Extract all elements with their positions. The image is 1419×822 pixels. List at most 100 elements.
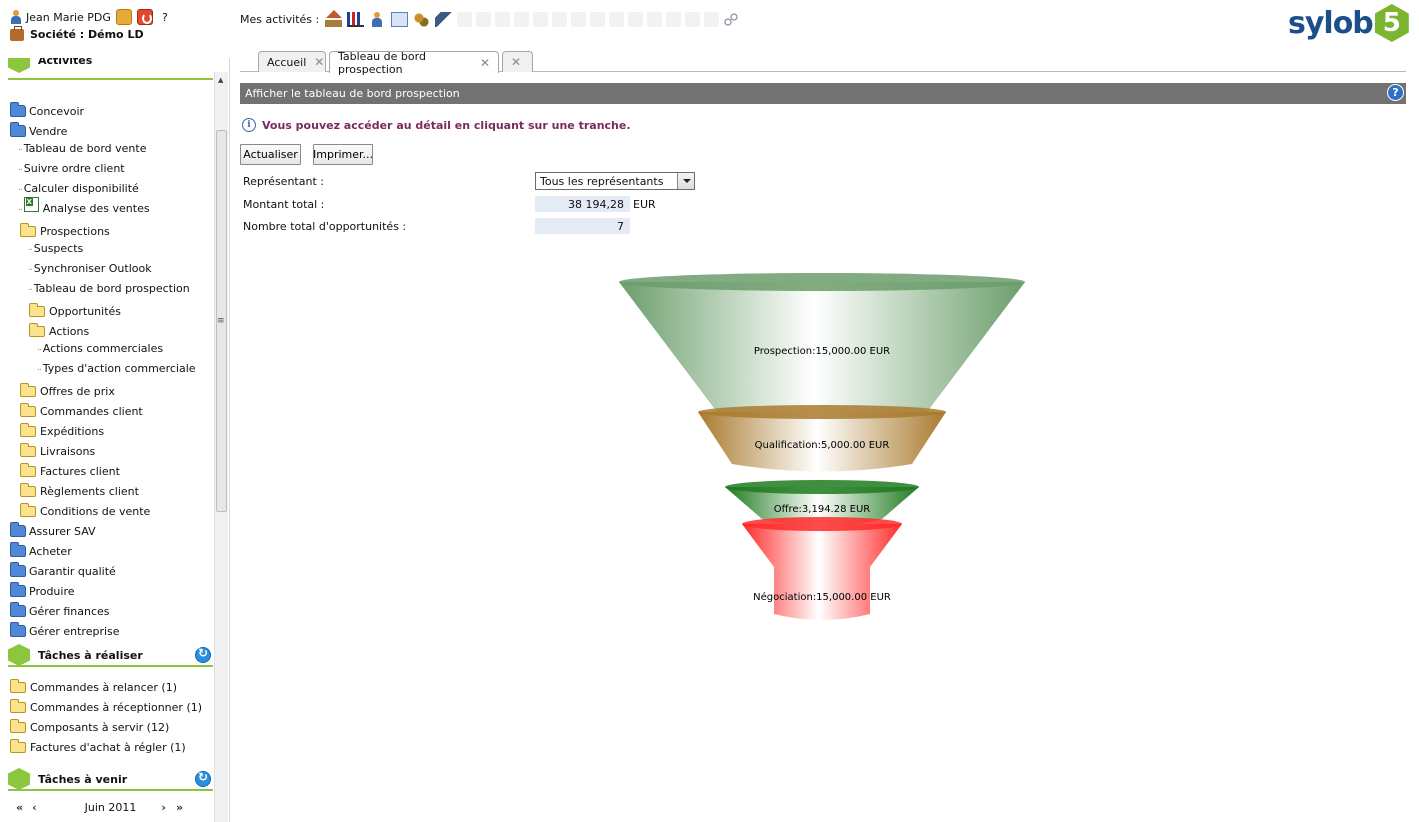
help-button[interactable]: ? bbox=[1387, 84, 1404, 101]
empty-slot[interactable] bbox=[685, 12, 701, 27]
sidebar-item[interactable]: .. Suivre ordre client bbox=[18, 159, 125, 177]
close-tab-icon[interactable]: ✕ bbox=[480, 56, 490, 70]
folder-blue-icon bbox=[10, 522, 26, 537]
sidebar-item[interactable]: Expéditions bbox=[20, 422, 104, 440]
task-item[interactable]: Factures d'achat à régler (1) bbox=[10, 738, 186, 756]
sidebar-item[interactable]: Actions bbox=[29, 322, 89, 340]
section-tasks-todo[interactable]: Tâches à réaliser bbox=[8, 644, 213, 667]
funnel-stage[interactable]: Prospection:15,000.00 EUR bbox=[619, 273, 1025, 420]
key-icon[interactable] bbox=[115, 9, 132, 25]
logo-text: sylob bbox=[1288, 5, 1374, 41]
sidebar-item[interactable]: Commandes client bbox=[20, 402, 143, 420]
bar-chart-icon[interactable] bbox=[347, 12, 365, 27]
last-month-button[interactable]: » bbox=[176, 801, 183, 814]
funnel-segment-top[interactable] bbox=[742, 517, 902, 531]
sidebar-item[interactable]: .. Tableau de bord prospection bbox=[28, 279, 190, 297]
logout-icon[interactable] bbox=[136, 9, 153, 25]
calendar-nav: « ‹ Juin 2011 › » bbox=[16, 801, 196, 814]
section-activities[interactable]: Activités bbox=[8, 58, 213, 80]
task-item[interactable]: Composants à servir (12) bbox=[10, 718, 169, 736]
sidebar-item-label: Actions commerciales bbox=[42, 341, 164, 355]
empty-slot[interactable] bbox=[514, 12, 530, 27]
refresh-icon[interactable] bbox=[195, 770, 211, 787]
tree-connector: .. bbox=[37, 343, 42, 353]
section-tasks-upcoming[interactable]: Tâches à venir bbox=[8, 768, 213, 791]
info-text: Vous pouvez accéder au détail en cliquan… bbox=[262, 118, 631, 132]
excel-icon bbox=[23, 196, 39, 212]
sidebar-item[interactable]: Acheter bbox=[10, 542, 72, 560]
folder-blue-icon bbox=[10, 602, 26, 617]
tab-tableau-de-bord[interactable]: Tableau de bord prospection ✕ bbox=[329, 49, 499, 76]
tab-accueil[interactable]: Accueil ✕ bbox=[258, 51, 326, 72]
tool-icon[interactable] bbox=[435, 12, 453, 27]
prospection-funnel-chart: Prospection:15,000.00 EUR Qualification:5… bbox=[619, 273, 1025, 620]
empty-slot[interactable] bbox=[609, 12, 625, 27]
prev-month-button[interactable]: ‹ bbox=[32, 801, 37, 814]
sidebar-item[interactable]: Garantir qualité bbox=[10, 562, 116, 580]
funnel-stage[interactable]: Qualification:5,000.00 EUR bbox=[698, 405, 946, 472]
tab-label: Tableau de bord prospection bbox=[338, 49, 426, 76]
rep-select[interactable]: Tous les représentants bbox=[535, 172, 695, 190]
sidebar-item[interactable]: .. Synchroniser Outlook bbox=[28, 259, 152, 277]
sidebar-item[interactable]: Assurer SAV bbox=[10, 522, 96, 540]
sidebar-item[interactable]: Livraisons bbox=[20, 442, 95, 460]
sidebar-item[interactable]: Gérer finances bbox=[10, 602, 110, 620]
sidebar-item[interactable]: .. Suspects bbox=[28, 239, 83, 257]
sidebar-item[interactable]: Prospections bbox=[20, 222, 110, 240]
sidebar-item[interactable]: Règlements client bbox=[20, 482, 139, 500]
sidebar-item[interactable]: Concevoir bbox=[10, 102, 84, 120]
sidebar-item[interactable]: .. Actions commerciales bbox=[37, 339, 163, 357]
sidebar-item[interactable]: .. Calculer disponibilité bbox=[18, 179, 139, 197]
funnel-segment-top[interactable] bbox=[725, 480, 919, 494]
sidebar-item[interactable]: Offres de prix bbox=[20, 382, 115, 400]
refresh-icon[interactable] bbox=[195, 646, 211, 663]
empty-slot[interactable] bbox=[495, 12, 511, 27]
funnel-stage[interactable]: Négociation:15,000.00 EUR bbox=[742, 517, 902, 620]
sidebar-item[interactable]: Factures client bbox=[20, 462, 120, 480]
funnel-segment-top[interactable] bbox=[698, 405, 946, 419]
close-tab-icon[interactable]: ✕ bbox=[314, 55, 324, 69]
empty-slot[interactable] bbox=[552, 12, 568, 27]
sidebar-item[interactable]: Opportunités bbox=[29, 302, 121, 320]
contact-icon[interactable] bbox=[369, 12, 386, 27]
refresh-button[interactable]: Actualiser bbox=[240, 144, 301, 165]
chevron-down-icon[interactable] bbox=[677, 173, 694, 189]
sidebar-item[interactable]: .. Tableau de bord vente bbox=[18, 139, 147, 157]
task-item[interactable]: Commandes à relancer (1) bbox=[10, 678, 177, 696]
empty-slot[interactable] bbox=[590, 12, 606, 27]
empty-slot[interactable] bbox=[457, 12, 473, 27]
scroll-up-icon[interactable]: ▲ bbox=[218, 76, 223, 84]
funnel-segment-top[interactable] bbox=[619, 273, 1025, 291]
help-link[interactable]: ? bbox=[162, 11, 168, 24]
sidebar-item-label: Règlements client bbox=[40, 484, 139, 498]
empty-slot[interactable] bbox=[571, 12, 587, 27]
next-month-button[interactable]: › bbox=[161, 801, 166, 814]
empty-slot[interactable] bbox=[628, 12, 644, 27]
tab-new[interactable]: ✕ bbox=[502, 51, 533, 72]
print-button[interactable]: Imprimer... bbox=[313, 144, 373, 165]
sidebar-item[interactable]: .. Types d'action commerciale bbox=[37, 359, 196, 377]
funnel-segment-body[interactable] bbox=[742, 524, 902, 620]
empty-slot[interactable] bbox=[533, 12, 549, 27]
task-item[interactable]: Commandes à réceptionner (1) bbox=[10, 698, 202, 716]
empty-slot[interactable] bbox=[666, 12, 682, 27]
empty-slot[interactable] bbox=[647, 12, 663, 27]
link-icon[interactable] bbox=[723, 12, 741, 27]
task-label: Composants à servir (12) bbox=[30, 720, 170, 734]
empty-slot[interactable] bbox=[476, 12, 492, 27]
folder-blue-icon bbox=[10, 622, 26, 637]
sidebar-item[interactable]: Produire bbox=[10, 582, 75, 600]
tree-connector: .. bbox=[28, 243, 33, 253]
home-icon[interactable] bbox=[325, 10, 343, 27]
sidebar-scrollbar[interactable]: ▲ ≡ bbox=[214, 72, 228, 822]
sidebar-item[interactable]: Conditions de vente bbox=[20, 502, 150, 520]
form-icon[interactable] bbox=[391, 12, 409, 27]
sidebar-item[interactable]: .. Analyse des ventes bbox=[18, 196, 150, 217]
first-month-button[interactable]: « bbox=[16, 801, 23, 814]
close-tab-icon[interactable]: ✕ bbox=[511, 55, 521, 69]
sidebar-item[interactable]: Vendre bbox=[10, 122, 67, 140]
empty-slot[interactable] bbox=[704, 12, 720, 27]
sidebar-item[interactable]: Gérer entreprise bbox=[10, 622, 120, 640]
gears-icon[interactable] bbox=[413, 12, 431, 27]
tree-connector: .. bbox=[37, 363, 42, 373]
